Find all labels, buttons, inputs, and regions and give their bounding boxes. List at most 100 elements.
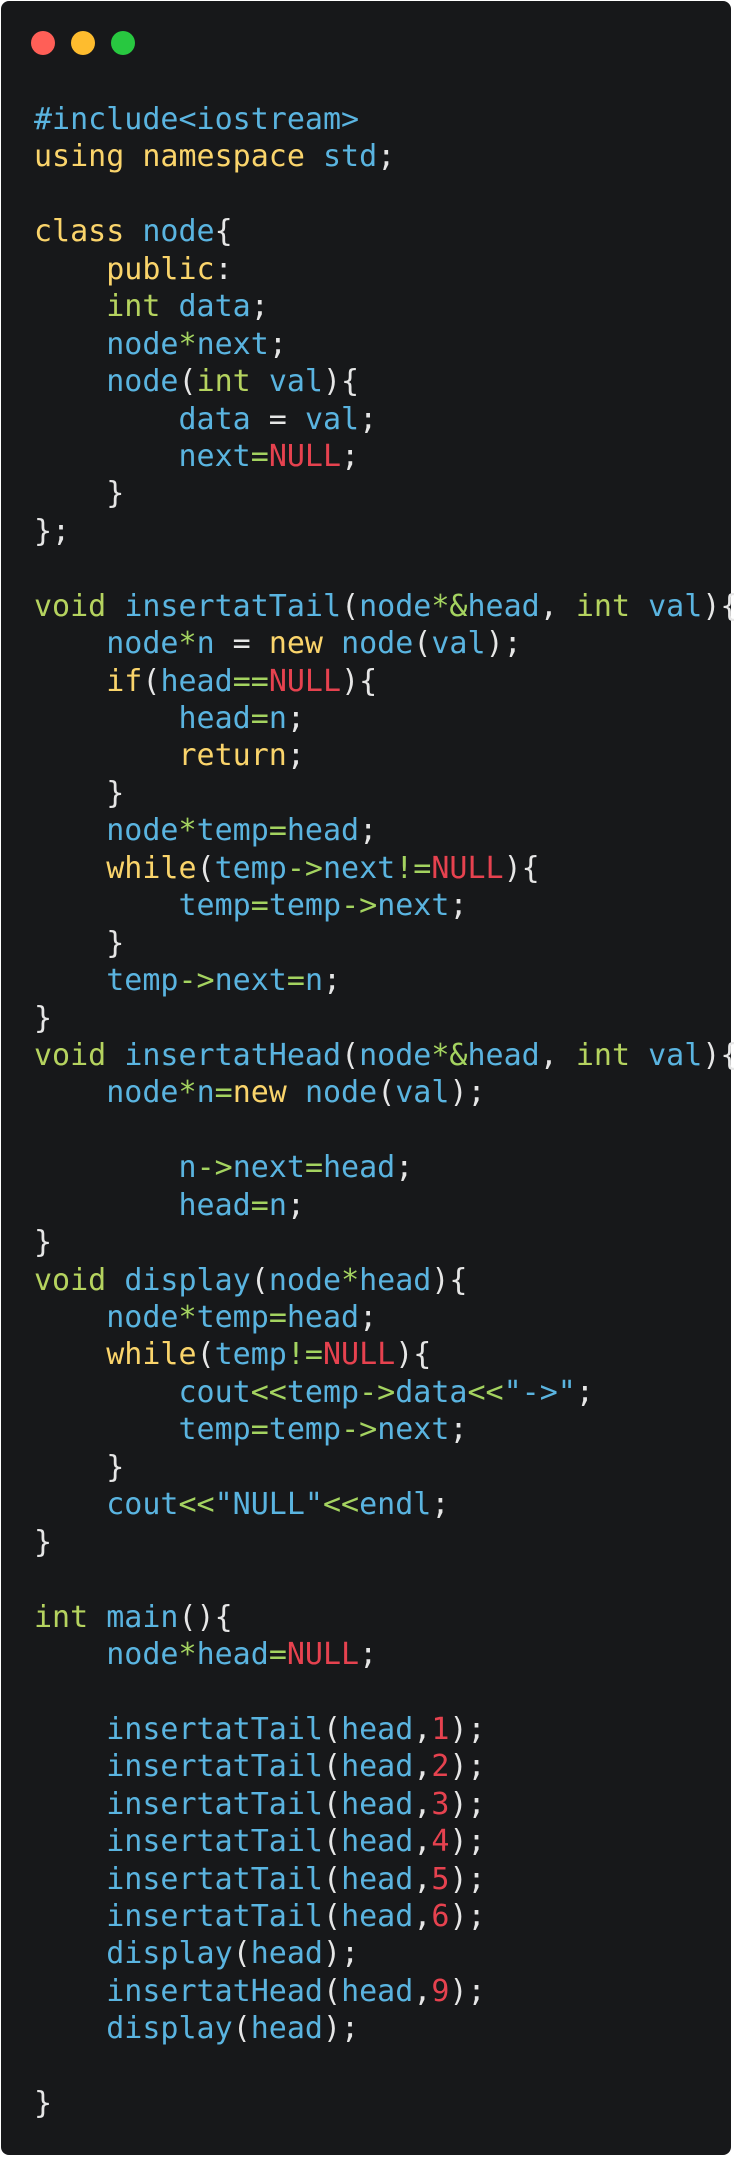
code-line: int data; (34, 288, 734, 325)
code-token: -> (178, 963, 215, 999)
code-line: temp->next=n; (34, 962, 734, 999)
code-token: node (341, 626, 414, 662)
code-token: ){ (702, 1037, 734, 1073)
code-token: ( (142, 663, 161, 699)
code-line: if(head==NULL){ (34, 663, 734, 700)
code-token: * (178, 626, 197, 662)
code-line: } (34, 925, 734, 962)
code-line: node*temp=head; (34, 812, 734, 849)
code-token: insertatTail (124, 588, 342, 624)
code-token: ( (250, 1262, 269, 1298)
code-token: cout (178, 1374, 251, 1410)
code-token: ; (575, 1374, 594, 1410)
code-token: = (268, 1636, 287, 1672)
code-token: node (106, 813, 179, 849)
code-token: n (196, 1075, 215, 1111)
code-token: , (413, 1973, 432, 2009)
code-token: node (359, 588, 432, 624)
code-token: ); (485, 626, 522, 662)
zoom-button[interactable] (111, 31, 135, 55)
code-token: ( (232, 2011, 251, 2047)
code-token: = (250, 701, 269, 736)
code-token: = (250, 888, 269, 924)
code-token: * (178, 1300, 197, 1335)
code-line: ​ (34, 176, 734, 213)
code-token: insertatTail (106, 1749, 323, 1785)
code-token: int (196, 364, 251, 400)
code-token: }; (34, 513, 71, 549)
code-token: ; (268, 326, 287, 362)
code-token: , (413, 1899, 432, 1934)
code-token: temp (286, 1374, 360, 1410)
code-token: * (178, 1075, 197, 1111)
code-token: ( (323, 1824, 342, 1860)
code-token: head (286, 813, 360, 849)
minimize-button[interactable] (71, 31, 95, 55)
code-line: node*n = new node(val); (34, 625, 734, 662)
code-line: head=n; (34, 1187, 734, 1224)
code-line: void insertatTail(node*&head, int val){ (34, 588, 734, 625)
code-token: } (106, 1449, 125, 1485)
code-token: endl (359, 1487, 432, 1523)
code-token: head (341, 1786, 414, 1822)
code-token: , (413, 1711, 432, 1747)
code-token: temp (196, 813, 269, 849)
code-token: using (34, 139, 125, 175)
code-line: } (34, 1000, 734, 1037)
code-token: val (268, 364, 323, 400)
code-line: display(head); (34, 2010, 734, 2047)
code-token: node (106, 364, 179, 400)
code-token: data (395, 1374, 468, 1410)
code-token: } (106, 775, 125, 811)
code-token: std (323, 139, 378, 175)
code-line: node*temp=head; (34, 1299, 734, 1336)
code-token: , (413, 1749, 432, 1785)
code-token: head (250, 2011, 323, 2047)
code-token: if (106, 663, 143, 699)
code-token: ; (449, 1412, 468, 1448)
code-token: << (467, 1374, 504, 1410)
code-token: 4 (431, 1824, 450, 1860)
code-token: ; (395, 1150, 414, 1186)
code-token: ( (341, 588, 360, 624)
code-token: head (341, 1824, 414, 1860)
close-button[interactable] (31, 31, 55, 55)
code-token: ); (449, 1824, 486, 1860)
code-line: insertatTail(head,3); (34, 1786, 734, 1823)
code-token: next (214, 963, 287, 999)
code-line: } (34, 1449, 734, 1486)
code-token: val (304, 401, 360, 437)
code-token: * (178, 326, 197, 362)
code-token: ; (377, 139, 396, 175)
code-line: next=NULL; (34, 438, 734, 475)
code-token: : (214, 251, 233, 287)
code-line: using namespace std; (34, 138, 734, 175)
code-token: = (304, 1150, 323, 1186)
code-token: ){ (503, 850, 540, 886)
code-token: insertatHead (106, 1973, 323, 2009)
code-line: node*head=NULL; (34, 1636, 734, 1673)
code-token: head (250, 1936, 323, 1972)
code-token: } (34, 1524, 53, 1560)
code-token: -> (359, 1374, 396, 1410)
code-token: head (467, 588, 540, 624)
code-token: } (34, 2086, 53, 2122)
code-line: void display(node*head){ (34, 1262, 734, 1299)
code-token: head (178, 1187, 251, 1223)
code-token: 9 (431, 1973, 450, 2009)
code-token: "->" (503, 1374, 576, 1410)
code-token: head (341, 1749, 414, 1785)
code-token: -> (341, 888, 378, 924)
code-token: ( (323, 1973, 342, 2009)
